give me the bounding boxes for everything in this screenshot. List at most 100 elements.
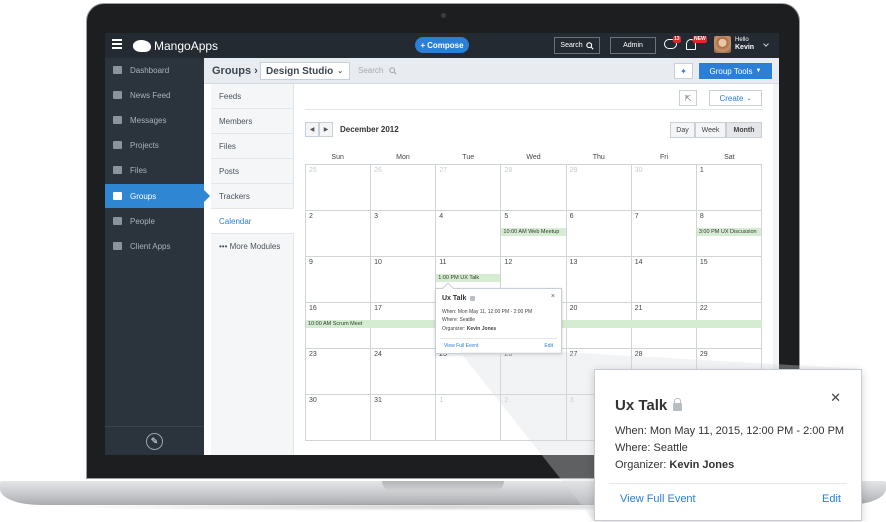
calendar-day[interactable]: 14 [631,257,697,303]
event-ux-talk[interactable]: 1:00 PM UX Talk [436,274,501,282]
avatar[interactable] [714,36,731,53]
sidebar-item-news-feed[interactable]: News Feed [105,83,204,107]
sidebar-item-projects[interactable]: Projects [105,133,204,157]
notifications-badge: NEW [693,36,707,43]
day-number: 24 [374,351,382,358]
user-greeting[interactable]: Hello Kevin [735,37,754,52]
submenu-item-members[interactable]: Members [211,109,294,134]
search-icon [585,41,594,50]
next-month-button[interactable]: ▶ [319,122,333,137]
event-ux-discussion[interactable]: 3:00 PM UX Discussion [696,228,761,236]
export-button[interactable]: ⇱ [679,90,697,106]
compose-button[interactable]: + Compose [415,37,469,53]
submenu-item-label: ••• More Modules [219,242,281,251]
calendar-day[interactable]: 30 [306,395,372,441]
calendar-day[interactable]: 2 [306,211,372,257]
view-week-button[interactable]: Week [695,122,726,138]
sidebar-item-client-apps[interactable]: Client Apps [105,234,204,258]
calendar-day[interactable]: 26 [371,165,437,211]
day-number: 28 [504,167,513,174]
day-number: 31 [374,397,382,404]
calendar-day[interactable]: 25 [436,349,502,395]
sidebar-item-label: People [130,216,155,226]
view-month-button[interactable]: Month [726,122,762,138]
sidebar-item-dashboard[interactable]: Dashboard [105,58,204,82]
day-number: 6 [569,213,574,220]
group-tools-label: Group Tools [709,66,753,76]
group-search-input[interactable]: Search [358,66,397,75]
calendar-day[interactable]: 5 10:00 AM Web Meetup [501,211,567,257]
search-button[interactable]: Search [554,37,600,54]
camera-icon [441,13,446,18]
group-tools-button[interactable]: Group Tools ▼ [699,63,772,79]
create-label: Create [719,93,744,103]
day-number: 7 [634,213,639,220]
calendar-day[interactable]: 15 [696,257,762,303]
calendar-day[interactable]: 8 3:00 PM UX Discussion [696,211,762,257]
where-value: Seattle [653,442,688,454]
submenu-item-feeds[interactable]: Feeds [211,84,294,109]
view-day-button[interactable]: Day [670,122,695,138]
day-number: 5 [504,213,509,220]
day-number: 29 [699,351,708,358]
calendar-day[interactable]: 9 [306,257,372,303]
calendar-day[interactable]: 26 [501,349,567,395]
calendar-day[interactable]: 1 [696,165,762,211]
calendar-day[interactable]: 7 [631,211,697,257]
inbox-icon [113,91,122,99]
day-number: 2 [309,213,313,220]
calendar-day[interactable]: 25 [306,165,372,211]
calendar-day[interactable]: 28 [501,165,567,211]
chevron-left-icon: ◀ [309,127,315,133]
sidebar-item-messages[interactable]: Messages [105,108,204,132]
prev-month-button[interactable]: ◀ [305,122,319,137]
app-logo[interactable]: MangoApps [133,37,218,54]
pencil-icon[interactable]: ✎ [146,433,163,450]
calendar-day[interactable]: 6 [566,211,632,257]
close-icon[interactable]: × [551,293,555,300]
calendar-day[interactable]: 2 [501,395,567,441]
month-title: December 2012 [340,125,399,134]
calendar-day[interactable]: 1 [436,395,502,441]
calendar-day[interactable]: 23 [306,349,372,395]
breadcrumb[interactable]: Groups › [212,65,258,77]
view-label: Day [676,126,689,134]
day-number: 28 [634,351,643,358]
chevron-down-icon[interactable] [763,41,769,47]
sidebar-item-people[interactable]: People [105,209,204,233]
day-number: 3 [374,213,379,220]
submenu-item-calendar[interactable]: Calendar [211,209,294,234]
calendar-day[interactable]: 4 [436,211,502,257]
close-icon[interactable]: ✕ [830,390,841,406]
sidebar-item-files[interactable]: Files [105,158,204,182]
calendar-day[interactable]: 13 [566,257,632,303]
submenu-item-more-modules[interactable]: ••• More Modules [211,234,294,259]
group-header: Groups › Design Studio ⌄ Search ✦ Group … [204,58,779,84]
group-selector[interactable]: Design Studio ⌄ [260,62,350,80]
view-full-event-link[interactable]: View Full Event [620,493,696,505]
edit-link[interactable]: Edit [822,493,841,505]
mango-logo-icon [133,39,151,52]
menu-icon[interactable] [112,39,122,49]
submenu-item-posts[interactable]: Posts [211,159,294,184]
calendar-day[interactable]: 3 [371,211,437,257]
calendar-day[interactable]: 30 [631,165,697,211]
calendar-day[interactable]: 27 [436,165,502,211]
edit-link[interactable]: Edit [544,343,553,349]
submenu-item-trackers[interactable]: Trackers [211,184,294,209]
where-label: Where: [615,442,651,454]
calendar-day[interactable]: 10 [371,257,437,303]
admin-button[interactable]: Admin [610,37,656,54]
calendar-day[interactable]: 29 [566,165,632,211]
pin-button[interactable]: ✦ [674,63,693,79]
view-full-event-link[interactable]: View Full Event [444,343,478,349]
calendar-day[interactable]: 24 [371,349,437,395]
sidebar-item-groups[interactable]: Groups [105,184,210,208]
event-web-meetup[interactable]: 10:00 AM Web Meetup [501,228,566,236]
day-number: 1 [439,397,444,404]
calendar-day[interactable]: 31 [371,395,437,441]
submenu-item-files[interactable]: Files [211,134,294,159]
popover-title: Ux Talk [615,397,668,414]
create-button[interactable]: Create ⌄ [709,90,762,106]
lock-icon [673,398,683,411]
